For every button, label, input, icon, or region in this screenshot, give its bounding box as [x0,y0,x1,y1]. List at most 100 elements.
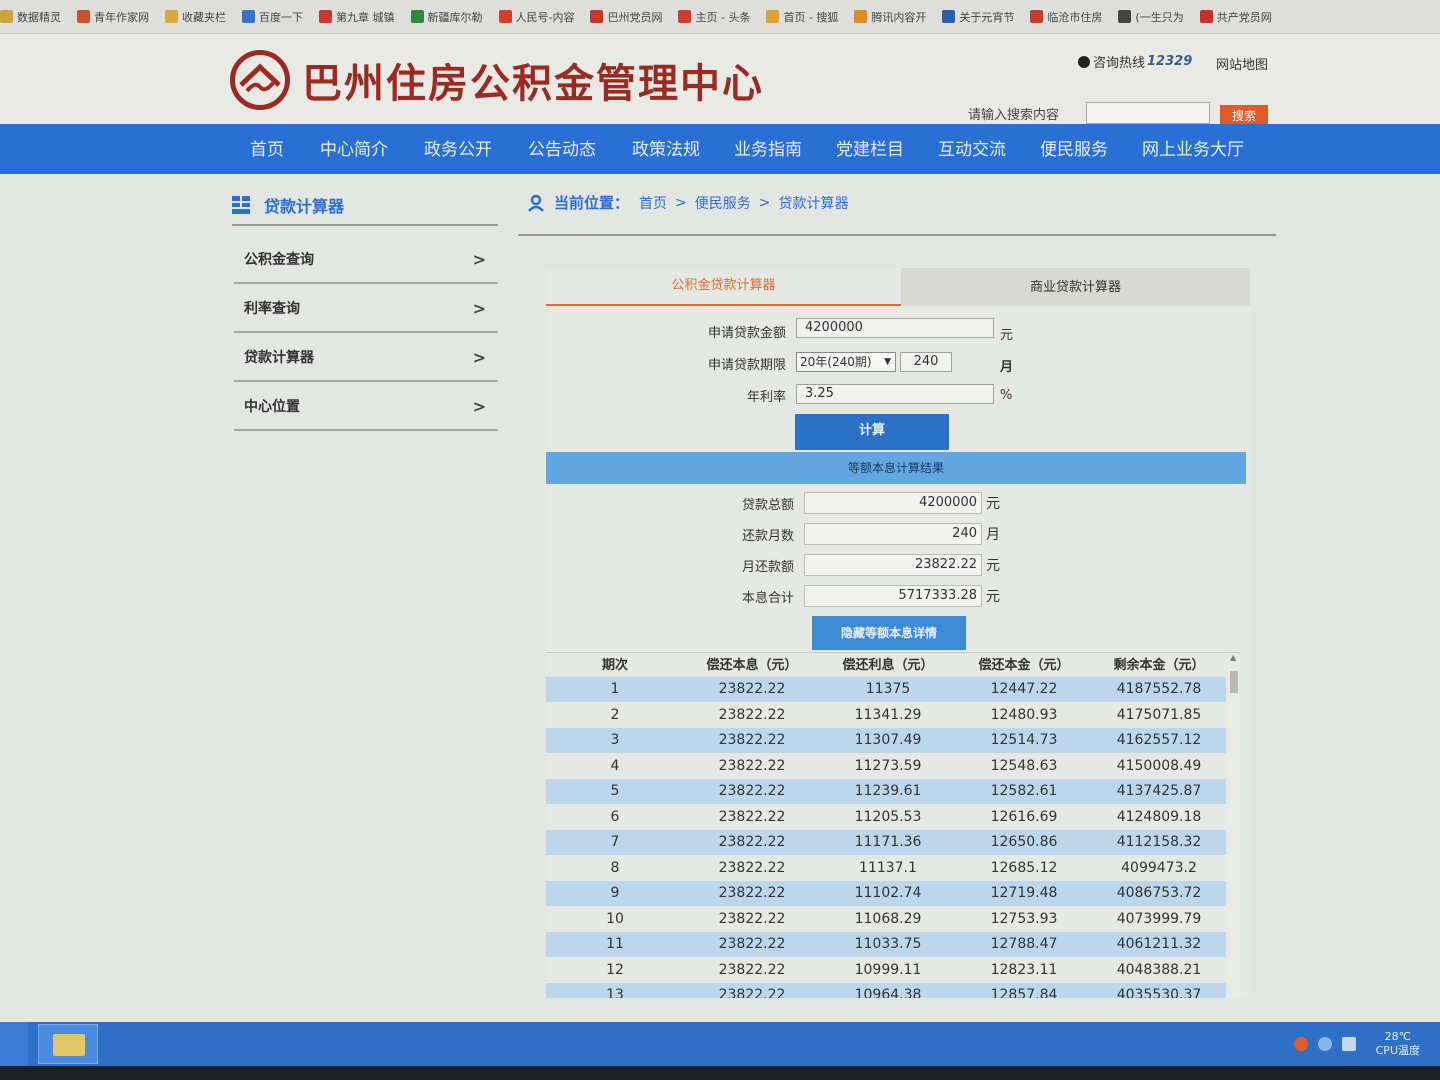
bookmark-label: 腾讯内容开 [871,10,927,24]
breadcrumb-home[interactable]: 首页 [639,193,667,213]
start-button[interactable] [0,1022,28,1066]
scroll-up-icon[interactable]: ▲ [1230,653,1236,662]
bookmark-item[interactable]: 主页 - 头条 [678,9,750,25]
taskbar: 28℃ CPU温度 [0,1022,1440,1066]
table-row: 5 23822.22 11239.61 12582.61 4137425.87 [546,779,1226,804]
table-cell: 4086753.72 [1116,885,1202,901]
tab-commercial-loan[interactable]: 商业贷款计算器 [901,268,1250,306]
bookmark-item[interactable]: 数据精灵 [0,9,61,25]
table-cell: 11 [606,936,624,952]
nav-item[interactable]: 中心简介 [320,124,388,174]
term-unit: 月 [1000,360,1014,375]
bookmark-item[interactable]: 共产党员网 [1199,9,1272,25]
nav-item[interactable]: 公告动态 [528,124,596,174]
chevron-right-icon: > [472,298,486,318]
result-label: 还款月数 [741,529,794,544]
nav-item[interactable]: 政策法规 [632,124,700,174]
bookmark-item[interactable]: 新疆库尔勒 [410,9,483,25]
bookmark-item[interactable]: 收藏夹栏 [165,9,226,25]
sidebar-item[interactable]: 公积金查询 > [234,236,498,284]
result-value: 240 [804,523,982,545]
calculator-panel: 公积金贷款计算器 商业贷款计算器 申请贷款金额 4200000 元 申请贷款期限… [546,268,1250,998]
breadcrumb-calculator[interactable]: 贷款计算器 [778,193,848,213]
nav-item[interactable]: 党建栏目 [836,124,904,174]
nav-item[interactable]: 互动交流 [938,124,1006,174]
table-cell: 10 [606,910,624,927]
nav-item[interactable]: 便民服务 [1040,124,1108,174]
volume-icon[interactable] [1341,1037,1356,1051]
bookmark-item[interactable]: 临沧市住房 [1030,9,1102,25]
breadcrumb-service[interactable]: 便民服务 [695,193,751,213]
col-remaining: 剩余本金（元） [1113,658,1205,673]
search-input[interactable] [1086,102,1210,124]
table-cell: 11205.53 [854,808,922,825]
table-cell: 12753.93 [990,910,1058,927]
bookmark-item[interactable]: (一生只为 [1118,9,1184,25]
bookmark-item[interactable]: 腾讯内容开 [854,9,926,25]
table-cell: 23822.22 [718,910,786,927]
rate-input[interactable]: 3.25 [796,384,994,404]
table-cell: 11375 [865,681,911,697]
bookmark-item[interactable]: 首页 - 搜狐 [766,9,838,25]
amount-input[interactable]: 4200000 [796,318,994,338]
system-tray: 28℃ CPU温度 [1293,1022,1420,1066]
security-icon[interactable] [1293,1037,1308,1051]
sidebar-item[interactable]: 利率查询 > [234,285,498,333]
table-cell: 23822.22 [718,987,786,998]
sidebar-item[interactable]: 中心位置 > [234,383,498,431]
network-icon[interactable] [1317,1037,1332,1051]
table-cell: 12857.84 [990,987,1058,998]
table-cell: 4048388.21 [1116,961,1202,978]
table-scrollbar[interactable]: ▲ [1228,653,1240,998]
nav-item[interactable]: 网上业务大厅 [1142,124,1244,174]
bookmark-item[interactable]: 巴州党员网 [590,9,662,25]
term-select[interactable]: 20年(240期) ▼ [796,352,896,372]
sidebar-item[interactable]: 贷款计算器 > [234,334,498,382]
table-cell: 7 [610,834,620,850]
table-cell: 4035530.37 [1116,987,1202,998]
nav-item[interactable]: 首页 [250,124,284,174]
table-cell: 4162557.12 [1116,732,1202,748]
bookmark-item[interactable]: 百度一下 [242,9,303,25]
table-cell: 5 [610,783,620,799]
breadcrumb: 当前位置： 首页 > 便民服务 > 贷款计算器 [528,192,848,213]
table-cell: 1 [610,681,620,697]
table-cell: 12548.63 [990,757,1058,774]
calculate-button[interactable]: 计算 [795,414,949,450]
bookmark-favicon-icon [590,10,604,23]
toggle-details-button[interactable]: 隐藏等额本息详情 [812,616,966,650]
col-principal: 偿还本金（元） [978,658,1070,673]
breadcrumb-label: 当前位置： [554,194,630,212]
nav-item[interactable]: 政务公开 [424,124,492,174]
table-cell: 12719.48 [990,885,1058,901]
bookmark-favicon-icon [766,10,780,23]
phone-icon [1078,55,1090,68]
site-logo[interactable]: 巴州住房公积金管理中心 [230,50,764,110]
scroll-thumb[interactable] [1230,671,1238,693]
taskbar-app-button[interactable] [38,1024,98,1064]
result-unit: 元 [986,558,1000,574]
bookmark-item[interactable]: 青年作家网 [77,9,149,25]
amount-unit: 元 [1000,328,1014,343]
term-input[interactable]: 240 [900,352,952,372]
bookmark-label: 数据精灵 [17,10,61,24]
hotline-label: 咨询热线 [1093,56,1146,71]
tab-fund-loan[interactable]: 公积金贷款计算器 [546,268,901,306]
sitemap-link[interactable]: 网站地图 [1216,54,1268,73]
table-row: 1 23822.22 11375 12447.22 4187552.78 [546,677,1226,702]
bookmark-item[interactable]: 第九章 城镇 [319,9,395,25]
nav-item[interactable]: 业务指南 [734,124,802,174]
bookmark-item[interactable]: 人民号-内容 [498,9,574,25]
table-row: 3 23822.22 11307.49 12514.73 4162557.12 [546,728,1226,753]
table-cell: 23822.22 [718,961,786,978]
table-cell: 11137.1 [859,859,917,876]
table-cell: 6 [610,808,620,825]
result-unit: 元 [986,589,1000,605]
table-cell: 23822.22 [718,681,786,697]
table-cell: 23822.22 [718,808,786,825]
rate-label: 年利率 [746,390,786,405]
table-cell: 4099473.2 [1121,859,1197,876]
table-cell: 23822.22 [718,834,786,850]
bookmark-item[interactable]: 关于元宵节 [942,9,1014,25]
sidebar-title: 贷款计算器 [232,186,498,226]
